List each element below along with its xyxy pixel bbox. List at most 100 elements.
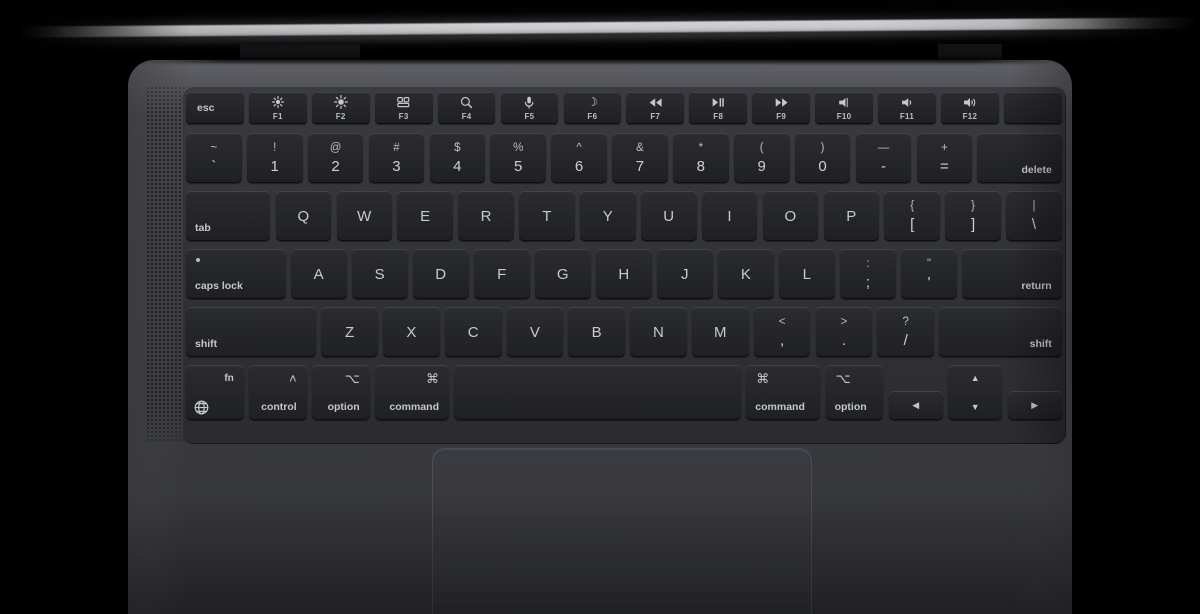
key-delete[interactable]: delete xyxy=(977,133,1062,183)
key-f5[interactable]: F5 xyxy=(500,92,559,124)
hinge-gap-shadow xyxy=(128,58,1072,63)
key-key-x[interactable]: X xyxy=(383,307,440,357)
key-key-o[interactable]: O xyxy=(762,191,819,241)
key-key-s[interactable]: S xyxy=(351,249,408,299)
key-key-r[interactable]: R xyxy=(458,191,514,241)
key-key-j[interactable]: J xyxy=(656,249,713,299)
slash-question-label: / xyxy=(903,331,908,349)
key-key-i[interactable]: I xyxy=(701,191,758,241)
key-esc[interactable]: esc xyxy=(186,92,244,124)
digit-0-shifted-label: ) xyxy=(820,141,825,154)
key-key-e[interactable]: E xyxy=(397,191,454,241)
key-f7[interactable]: F7 xyxy=(626,92,685,124)
key-digit-2[interactable]: @ 2 xyxy=(307,133,364,183)
key-key-g[interactable]: G xyxy=(534,249,591,299)
key-key-m[interactable]: M xyxy=(692,307,749,357)
key-digit-0[interactable]: ) 0 xyxy=(794,133,851,183)
key-period-greater-than[interactable]: > . xyxy=(815,307,873,357)
key-f8[interactable]: F8 xyxy=(689,92,748,124)
key-digit-6[interactable]: ^ 6 xyxy=(551,133,607,183)
key-key-y[interactable]: Y xyxy=(580,191,636,241)
key-digit-3[interactable]: # 3 xyxy=(368,133,425,183)
key-u-label: U xyxy=(663,207,675,225)
key-control[interactable]: ˄ control xyxy=(248,365,307,420)
f6-number: F6 xyxy=(587,111,598,121)
key-key-f[interactable]: F xyxy=(473,249,530,299)
key-digit-9[interactable]: ( 9 xyxy=(733,133,790,183)
key-p-label: P xyxy=(846,207,857,225)
f8-number: F8 xyxy=(713,111,724,121)
key-f6[interactable]: ☽ F6 xyxy=(563,92,622,124)
key-tab[interactable]: tab xyxy=(186,191,271,241)
key-digit-7[interactable]: & 7 xyxy=(612,133,668,183)
key-backtick-tilde[interactable]: ~ ` xyxy=(186,133,242,183)
key-digit-4[interactable]: $ 4 xyxy=(429,133,486,183)
key-touch-id[interactable] xyxy=(1003,92,1062,124)
key-bracket-right[interactable]: } ] xyxy=(945,191,1001,241)
key-key-q[interactable]: Q xyxy=(275,191,332,241)
key-f1[interactable]: F1 xyxy=(248,92,307,124)
key-row-modifier-row: fn ˄ control ⌥ option ⌘ command ⌘ command ⌥ … xyxy=(186,365,1062,420)
key-digit-5[interactable]: % 5 xyxy=(490,133,547,183)
delete-label: delete xyxy=(1021,164,1052,176)
digit-1-shifted-label: ! xyxy=(273,141,277,154)
key-comma-less-than[interactable]: < , xyxy=(753,307,811,357)
trackpad[interactable] xyxy=(432,448,812,614)
key-return[interactable]: return xyxy=(962,249,1062,299)
key-bracket-left[interactable]: { [ xyxy=(884,191,941,241)
key-key-v[interactable]: V xyxy=(506,307,564,357)
key-key-c[interactable]: C xyxy=(444,307,502,357)
key-option-left[interactable]: ⌥ option xyxy=(311,365,370,420)
key-command-right[interactable]: ⌘ command xyxy=(746,365,821,420)
key-key-a[interactable]: A xyxy=(290,249,347,299)
key-c-label: C xyxy=(467,323,479,341)
key-key-k[interactable]: K xyxy=(718,249,774,299)
key-key-p[interactable]: P xyxy=(823,191,880,241)
key-digit-8[interactable]: * 8 xyxy=(673,133,729,183)
key-hyphen-underscore[interactable]: — - xyxy=(855,133,912,183)
key-g-label: G xyxy=(556,265,569,283)
arrow-up-key[interactable]: ▲ xyxy=(948,365,1002,392)
key-backslash-pipe[interactable]: | \ xyxy=(1006,191,1062,241)
key-fn-globe[interactable]: fn xyxy=(186,365,244,420)
mission-control-icon xyxy=(397,96,410,109)
key-digit-1[interactable]: ! 1 xyxy=(246,133,303,183)
arrow-right-key-glyph: ▶ xyxy=(1031,399,1039,410)
arrow-down-key[interactable]: ▼ xyxy=(948,393,1002,420)
arrow-left-key-glyph: ◀ xyxy=(912,399,920,410)
key-equals-plus[interactable]: + = xyxy=(916,133,973,183)
key-key-t[interactable]: T xyxy=(519,191,575,241)
key-f9[interactable]: F9 xyxy=(752,92,811,124)
key-key-z[interactable]: Z xyxy=(321,307,378,357)
key-caps-lock[interactable]: caps lock xyxy=(186,249,286,299)
key-f10[interactable]: F10 xyxy=(815,92,873,124)
key-f12[interactable]: F12 xyxy=(941,92,999,124)
equals-plus-shifted-label: + xyxy=(940,141,948,154)
f4-number: F4 xyxy=(461,111,472,121)
digit-6-label: 6 xyxy=(574,157,584,175)
key-space[interactable] xyxy=(454,365,742,420)
digit-7-label: 7 xyxy=(635,157,645,175)
key-key-d[interactable]: D xyxy=(412,249,469,299)
key-key-b[interactable]: B xyxy=(568,307,626,357)
key-f3[interactable]: F3 xyxy=(374,92,433,124)
arrow-right-key[interactable]: ▶ xyxy=(1007,390,1062,420)
key-f2[interactable]: F2 xyxy=(311,92,370,124)
key-command-left[interactable]: ⌘ command xyxy=(374,365,449,420)
key-shift-right[interactable]: shift xyxy=(939,307,1062,357)
arrow-left-key[interactable]: ◀ xyxy=(888,390,943,420)
digit-0-label: 0 xyxy=(818,157,827,175)
key-quote-doublequote[interactable]: " ' xyxy=(901,249,957,299)
key-key-h[interactable]: H xyxy=(595,249,652,299)
key-key-u[interactable]: U xyxy=(640,191,697,241)
key-f4[interactable]: F4 xyxy=(437,92,496,124)
key-option-right[interactable]: ⌥ option xyxy=(825,365,884,420)
key-key-n[interactable]: N xyxy=(630,307,687,357)
key-shift-left[interactable]: shift xyxy=(186,307,317,357)
key-key-w[interactable]: W xyxy=(336,191,393,241)
period-greater-than-label: . xyxy=(841,331,846,349)
key-slash-question[interactable]: ? / xyxy=(877,307,934,357)
key-f11[interactable]: F11 xyxy=(878,92,936,124)
key-semicolon-colon[interactable]: : ; xyxy=(840,249,896,299)
key-key-l[interactable]: L xyxy=(779,249,835,299)
